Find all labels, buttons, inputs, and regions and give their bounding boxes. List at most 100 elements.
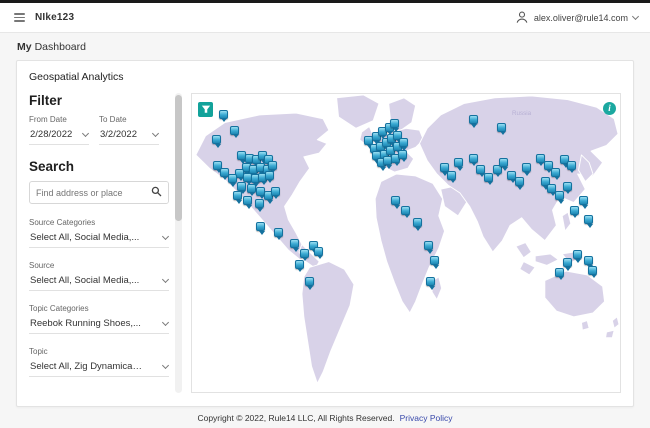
map-marker[interactable] [584,256,594,269]
from-date-select[interactable]: 2/28/2022 [29,127,90,145]
topic-categories-value: Reebok Running Shoes,... [30,318,141,329]
map-marker[interactable] [391,196,401,209]
chevron-down-icon [161,318,170,326]
map-marker[interactable] [555,191,565,204]
map-marker[interactable] [233,191,243,204]
map-marker[interactable] [562,258,572,271]
chevron-down-icon [161,275,170,283]
chevron-down-icon [161,361,170,369]
breadcrumb-my: My [17,40,32,53]
user-icon [515,10,529,26]
source-label: Source [29,261,55,270]
chevron-down-icon [631,12,640,20]
map-marker[interactable] [230,125,240,139]
map-marker[interactable] [514,177,524,190]
brand-name: NIke123 [35,12,75,23]
map-marker[interactable] [521,163,531,176]
user-menu[interactable]: alex.oliver@rule14.com [515,10,640,26]
copyright-text: Copyright © 2022, Rule14 LLC, All Rights… [197,412,395,423]
search-heading: Search [29,159,75,174]
map-container[interactable]: Russia i [191,93,621,393]
topic-categories-select[interactable]: Reebok Running Shoes,... [29,316,170,334]
map-marker[interactable] [497,122,507,136]
hamburger-menu-icon[interactable] [12,11,27,24]
map-marker[interactable] [299,248,309,262]
map-marker[interactable] [579,196,589,209]
map-marker[interactable] [562,181,572,195]
map-marker[interactable] [237,181,247,195]
map-marker[interactable] [290,239,300,252]
source-categories-select[interactable]: Select All, Social Media,... [29,230,170,248]
filter-heading: Filter [29,93,63,108]
map-marker[interactable] [499,158,509,171]
map-marker[interactable] [267,160,277,174]
map-marker[interactable] [468,153,478,167]
map-marker[interactable] [398,138,408,151]
marker-layer [192,94,620,392]
map-marker[interactable] [555,267,565,281]
map-marker[interactable] [430,256,440,269]
map-marker[interactable] [468,115,478,128]
map-marker[interactable] [264,170,274,183]
map-marker[interactable] [424,241,434,254]
topic-select[interactable]: Select All, Zig Dynamica,... [29,359,170,377]
chevron-down-icon [81,129,90,137]
chevron-down-icon [161,232,170,240]
map-marker[interactable] [227,174,237,187]
source-categories-label: Source Categories [29,218,96,227]
map-marker[interactable] [566,160,576,174]
map-marker[interactable] [447,170,457,183]
map-marker[interactable] [218,109,228,123]
map-marker[interactable] [454,158,464,171]
map-marker[interactable] [212,135,222,148]
map-marker[interactable] [569,205,579,219]
to-date-label: To Date [99,115,127,124]
search-button[interactable] [144,182,168,203]
map-marker[interactable] [401,205,410,219]
breadcrumb-dashboard: Dashboard [34,40,86,53]
map-marker[interactable] [551,167,561,181]
map-marker[interactable] [256,222,266,235]
filter-sidebar: Filter From Date 2/28/2022 To Date 3/2/2… [29,93,175,393]
source-select[interactable]: Select All, Social Media,... [29,273,170,291]
map-marker[interactable] [584,215,594,228]
search-icon [151,185,162,200]
search-box [29,181,169,204]
map-marker[interactable] [314,246,324,260]
search-input[interactable] [30,187,144,198]
source-categories-value: Select All, Social Media,... [30,232,140,243]
map-marker[interactable] [390,119,400,132]
brand: NIke123 [12,11,74,24]
map-marker[interactable] [243,196,253,209]
source-value: Select All, Social Media,... [30,275,140,286]
map-marker[interactable] [412,218,422,231]
map-marker[interactable] [246,183,256,197]
geospatial-panel: Geospatial Analytics Filter From Date 2/… [16,60,634,407]
panel-title: Geospatial Analytics [29,71,124,83]
sidebar-scrollbar[interactable] [175,93,182,393]
map-marker[interactable] [294,259,304,273]
topic-categories-label: Topic Categories [29,304,89,313]
scrollbar-thumb[interactable] [175,95,182,221]
map-marker[interactable] [588,265,598,279]
map-marker[interactable] [426,277,436,290]
to-date-select[interactable]: 3/2/2022 [99,127,160,145]
map-marker[interactable] [484,172,494,186]
topic-label: Topic [29,347,48,356]
map-marker[interactable] [572,250,582,263]
footer: Copyright © 2022, Rule14 LLC, All Rights… [0,407,650,428]
user-email: alex.oliver@rule14.com [533,12,628,23]
map-info-button[interactable]: i [603,102,616,115]
topbar: NIke123 alex.oliver@rule14.com [0,0,650,33]
map-marker[interactable] [270,186,280,200]
privacy-policy-link[interactable]: Privacy Policy [400,413,453,423]
map-marker[interactable] [304,277,314,290]
map-marker[interactable] [398,149,407,163]
map-filter-button[interactable] [198,102,213,117]
topic-value: Select All, Zig Dynamica,... [30,361,142,372]
map-marker[interactable] [273,227,283,241]
to-date-value: 3/2/2022 [100,129,137,140]
from-date-value: 2/28/2022 [30,129,73,140]
funnel-icon [201,102,211,117]
map-marker[interactable] [254,199,264,212]
